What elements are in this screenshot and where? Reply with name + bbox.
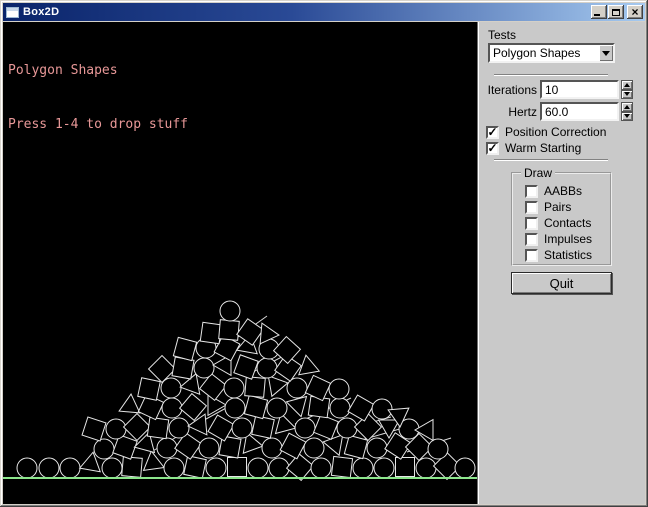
pairs-checkbox[interactable] bbox=[525, 201, 538, 214]
impulses-checkbox[interactable] bbox=[525, 233, 538, 246]
pairs-checkbox-row: Pairs bbox=[525, 200, 571, 214]
position-correction-checkbox[interactable]: ✓ bbox=[486, 126, 499, 139]
spinner-down-button[interactable] bbox=[621, 112, 633, 122]
iterations-input[interactable] bbox=[540, 80, 619, 99]
position-correction-label: Position Correction bbox=[505, 125, 606, 139]
titlebar[interactable]: Box2D × bbox=[3, 3, 645, 21]
client-area: Polygon Shapes Press 1-4 to drop stuff T… bbox=[3, 22, 645, 504]
draw-group-rows: AABBs Pairs Contacts Impulses bbox=[513, 182, 610, 264]
hertz-label: Hertz bbox=[478, 105, 537, 119]
separator bbox=[494, 74, 608, 76]
app-icon bbox=[6, 7, 19, 18]
tests-dropdown-value: Polygon Shapes bbox=[490, 46, 599, 60]
draw-group: Draw AABBs Pairs Contacts bbox=[511, 166, 612, 266]
app-icon-titlebar bbox=[7, 8, 18, 11]
statistics-label: Statistics bbox=[544, 248, 592, 262]
aabbs-checkbox-row: AABBs bbox=[525, 184, 582, 198]
contacts-label: Contacts bbox=[544, 216, 591, 230]
check-icon: ✓ bbox=[487, 143, 497, 153]
statistics-checkbox-row: Statistics bbox=[525, 248, 592, 262]
aabbs-label: AABBs bbox=[544, 184, 582, 198]
spinner-down-button[interactable] bbox=[621, 90, 633, 100]
contacts-checkbox-row: Contacts bbox=[525, 216, 591, 230]
statistics-checkbox[interactable] bbox=[525, 249, 538, 262]
tests-label: Tests bbox=[488, 28, 516, 42]
contacts-checkbox[interactable] bbox=[525, 217, 538, 230]
canvas-overlay: Polygon Shapes Press 1-4 to drop stuff bbox=[8, 26, 188, 170]
impulses-checkbox-row: Impulses bbox=[525, 232, 592, 246]
chevron-down-icon bbox=[602, 51, 610, 56]
window-title: Box2D bbox=[23, 6, 59, 18]
iterations-label: Iterations bbox=[478, 83, 537, 97]
pairs-label: Pairs bbox=[544, 200, 571, 214]
draw-group-title: Draw bbox=[521, 166, 555, 180]
aabbs-checkbox[interactable] bbox=[525, 185, 538, 198]
arrow-up-icon bbox=[624, 105, 630, 109]
close-icon: × bbox=[631, 7, 638, 17]
check-icon: ✓ bbox=[487, 127, 497, 137]
position-correction-checkbox-row: ✓ Position Correction bbox=[486, 125, 606, 139]
impulses-label: Impulses bbox=[544, 232, 592, 246]
canvas-hint-text: Press 1-4 to drop stuff bbox=[8, 116, 188, 134]
minimize-button[interactable] bbox=[591, 5, 607, 19]
spinner-up-button[interactable] bbox=[621, 102, 633, 112]
warm-starting-checkbox-row: ✓ Warm Starting bbox=[486, 141, 581, 155]
arrow-down-icon bbox=[624, 92, 630, 96]
warm-starting-checkbox[interactable]: ✓ bbox=[486, 142, 499, 155]
spinner-up-button[interactable] bbox=[621, 80, 633, 90]
hertz-spinner bbox=[621, 102, 633, 121]
window: Box2D × Polygon Shapes Press 1-4 to drop… bbox=[0, 0, 648, 507]
iterations-spinner bbox=[621, 80, 633, 99]
tests-dropdown[interactable]: Polygon Shapes bbox=[488, 43, 615, 63]
hertz-input[interactable] bbox=[540, 102, 619, 121]
canvas-title-text: Polygon Shapes bbox=[8, 62, 188, 80]
arrow-down-icon bbox=[624, 114, 630, 118]
warm-starting-label: Warm Starting bbox=[505, 141, 581, 155]
close-button[interactable]: × bbox=[627, 5, 643, 19]
separator bbox=[494, 159, 608, 161]
physics-canvas[interactable]: Polygon Shapes Press 1-4 to drop stuff bbox=[3, 22, 477, 504]
dropdown-arrow-button[interactable] bbox=[599, 45, 613, 61]
maximize-icon bbox=[612, 9, 620, 16]
maximize-button[interactable] bbox=[608, 5, 624, 19]
control-panel: Tests Polygon Shapes Iterations Hertz ✓ … bbox=[477, 22, 645, 504]
arrow-up-icon bbox=[624, 83, 630, 87]
minimize-icon bbox=[594, 14, 600, 16]
window-controls: × bbox=[590, 5, 643, 19]
quit-button[interactable]: Quit bbox=[511, 272, 612, 294]
